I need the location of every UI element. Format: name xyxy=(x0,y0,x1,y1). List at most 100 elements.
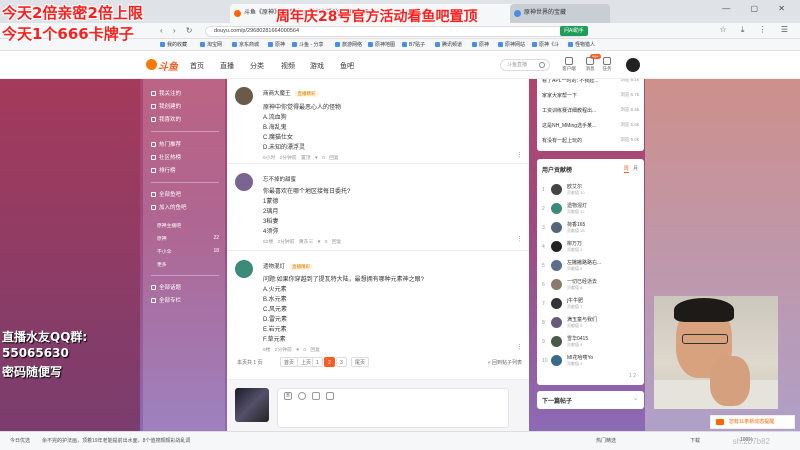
nav-home[interactable]: 首页 xyxy=(190,61,204,71)
overlay-qq-number: 55065630 xyxy=(2,346,69,360)
avatar xyxy=(551,241,562,252)
bookmark-item[interactable]: 腾讯频道 xyxy=(435,41,462,48)
nav-category[interactable]: 分类 xyxy=(250,61,264,71)
post-option: C.风元素 xyxy=(263,307,288,313)
picture-icon[interactable] xyxy=(326,392,334,400)
bold-icon[interactable]: B xyxy=(284,392,292,400)
sidebar-item-more[interactable]: 更多 xyxy=(157,261,167,268)
messages-button[interactable]: 消息 xyxy=(581,57,599,72)
notification-toast[interactable]: 您有11条新动态提醒 xyxy=(710,415,795,429)
rank-row[interactable]: 6 一切已经逝去 贡献值 8 xyxy=(542,278,639,292)
sidebar-divider xyxy=(151,182,219,183)
first-page-button[interactable]: 首页 xyxy=(280,357,299,367)
nav-video[interactable]: 视频 xyxy=(281,61,295,71)
more-icon[interactable]: ⋮ xyxy=(516,343,523,351)
sidebar-item-yuba-1[interactable]: 原神主播吧 xyxy=(157,222,181,229)
status-news-ticker[interactable]: 余不完的护法画，顶着19年老能提前出水面，8个值搜颇颇彩战乱调 xyxy=(42,437,190,444)
hot-post-link[interactable]: 工资训练赛详细教程出... xyxy=(542,107,596,114)
browser-tab[interactable]: 原神世界的宝藏 xyxy=(510,4,610,23)
status-download[interactable]: 下载 xyxy=(690,437,700,444)
post-author[interactable]: 忘不掉的甜蜜 xyxy=(263,175,296,183)
post-author[interactable]: 商商大魔王 直播精彩 xyxy=(263,89,319,97)
browser-toolbar-icons[interactable]: ☆ ⤓ ⋮ ☰ xyxy=(719,25,794,35)
nav-game[interactable]: 游戏 xyxy=(310,61,324,71)
bookmark-item[interactable]: B7贴子 xyxy=(402,41,425,48)
bookmark-item[interactable]: 旅游网络 xyxy=(335,41,362,48)
sidebar-item-columns[interactable]: 全部专栏 xyxy=(151,296,181,304)
sidebar-item-liked[interactable]: 我喜欢的 xyxy=(151,115,181,123)
hot-post-link[interactable]: 有没有一起上玩的 xyxy=(542,137,582,144)
sidebar-item-created[interactable]: 我创建的 xyxy=(151,102,181,110)
page-2-button[interactable]: 2 xyxy=(324,357,335,367)
tasks-button[interactable]: 任务 xyxy=(598,57,616,72)
window-controls[interactable]: — ▢ ✕ xyxy=(722,4,794,13)
rank-row[interactable]: 1 欧艾尔 贡献值 10 xyxy=(542,183,639,197)
author-avatar[interactable] xyxy=(235,173,253,191)
nav-live[interactable]: 直播 xyxy=(220,61,234,71)
rank-row[interactable]: 8 满玉童与我们 贡献值 5 xyxy=(542,316,639,330)
next-post-card[interactable]: 下一篇帖子 ⌄ xyxy=(537,391,644,409)
bookmark-item[interactable]: 我的收藏 xyxy=(160,41,187,48)
post-item: 忘不掉的甜蜜 你最喜欢在哪个地区接每日委托? 1蒙德 2璃月 3稻妻 4须弥 6… xyxy=(227,165,529,251)
status-today-pick[interactable]: 今日优选 xyxy=(10,437,30,444)
rank-row[interactable]: 4 柳万万 贡献值 4 xyxy=(542,240,639,254)
sidebar-item-community[interactable]: 社区热榜 xyxy=(151,153,181,161)
post-meta[interactable]: 6楼 2分钟前 ♥ 0 回复 xyxy=(263,346,320,353)
post-meta[interactable]: 62楼 2分钟前 黄东三 ♥ 0 回复 xyxy=(263,238,341,245)
bookmark-item[interactable]: 斗鱼 - 分享 xyxy=(292,41,323,48)
search-icon[interactable] xyxy=(539,62,545,68)
tab-month[interactable]: 月 xyxy=(633,166,638,172)
hot-post-link[interactable]: 家家大家帮一下 xyxy=(542,92,577,99)
client-button[interactable]: 客户端 xyxy=(560,57,578,72)
rank-row[interactable]: 5 左撇撇路路右... 贡献值 6 xyxy=(542,259,639,273)
user-avatar xyxy=(235,388,269,422)
bookmark-item[interactable]: 怪物猎人 xyxy=(568,41,595,48)
bookmark-item[interactable]: 原神《斗 xyxy=(532,41,559,48)
left-sidebar: 我关注的 我创建的 我喜欢的 热门推荐 社区热榜 排行榜 全部鱼吧 加入的鱼吧 … xyxy=(143,79,225,431)
page-3-button[interactable]: 3 xyxy=(336,357,347,367)
rank-row[interactable]: 2 遗物混灯 贡献值 12 xyxy=(542,202,639,216)
sidebar-item-rank[interactable]: 排行榜 xyxy=(151,166,176,174)
nav-yuba[interactable]: 鱼吧 xyxy=(340,61,354,71)
nav-buttons[interactable]: ‹ › ↻ xyxy=(160,26,196,35)
sidebar-item-yuba-3[interactable]: 不小伞 xyxy=(157,248,171,255)
post-author[interactable]: 遗物混灯 直播精彩 xyxy=(263,262,314,270)
sidebar-item-hot[interactable]: 热门推荐 xyxy=(151,140,181,148)
user-avatar[interactable] xyxy=(626,58,640,72)
bookmark-item[interactable]: 原神 xyxy=(472,41,489,48)
bookmark-item[interactable]: 原神网站 xyxy=(498,41,525,48)
page-1-button[interactable]: 1 xyxy=(312,357,323,367)
rank-row[interactable]: 10 MI花哈喽Yo 贡献值 3 xyxy=(542,354,639,368)
author-avatar[interactable] xyxy=(235,87,253,105)
ask-ai-button[interactable]: 问AI助手 xyxy=(560,26,588,36)
more-icon[interactable]: ⋮ xyxy=(516,151,523,159)
status-hot[interactable]: 热门精选 xyxy=(596,437,616,444)
sidebar-item-topics[interactable]: 全部话题 xyxy=(151,283,181,291)
hot-post-link[interactable]: 这是NH_MMing选手某... xyxy=(542,122,596,129)
last-page-button[interactable]: 尾页 xyxy=(351,357,370,367)
rank-pager[interactable]: 1 2 xyxy=(629,373,636,379)
rank-row[interactable]: 3 荷香165 贡献值 18 xyxy=(542,221,639,235)
image-icon[interactable] xyxy=(312,392,320,400)
more-icon[interactable]: ⋮ xyxy=(516,235,523,243)
emoji-icon[interactable] xyxy=(298,392,306,400)
back-to-list-link[interactable]: « 回到帖子列表 xyxy=(488,359,522,366)
bookmark-item[interactable]: 京东商城 xyxy=(232,41,259,48)
post-meta[interactable]: 6小时 2分钟前 置顶 ♥ 0 回复 xyxy=(263,154,339,161)
bookmark-item[interactable]: 原神地图 xyxy=(368,41,395,48)
site-logo[interactable]: 斗鱼 xyxy=(146,58,178,73)
rank-row[interactable]: 7 j牛牛肥 贡献值 7 xyxy=(542,297,639,311)
reply-editor[interactable]: B xyxy=(277,388,509,428)
tab-week[interactable]: 周 xyxy=(623,166,629,173)
sidebar-item-joined[interactable]: 加入的鱼吧 xyxy=(151,203,187,211)
sidebar-item-followed[interactable]: 我关注的 xyxy=(151,89,181,97)
author-avatar[interactable] xyxy=(235,260,253,278)
sidebar-item-yuba-2[interactable]: 原神 xyxy=(157,235,167,242)
sidebar-item-all-yuba[interactable]: 全部鱼吧 xyxy=(151,190,181,198)
streamer-hand xyxy=(710,356,750,406)
rank-row[interactable]: 9 雪华0415 贡献值 4 xyxy=(542,335,639,349)
bookmark-item[interactable]: 淘宝网 xyxy=(200,41,222,48)
search-input[interactable]: 斗鱼直播 xyxy=(500,59,550,71)
url-input[interactable]: douyu.com/p/29680281664000564 xyxy=(205,26,585,37)
bookmark-item[interactable]: 原神 xyxy=(268,41,285,48)
